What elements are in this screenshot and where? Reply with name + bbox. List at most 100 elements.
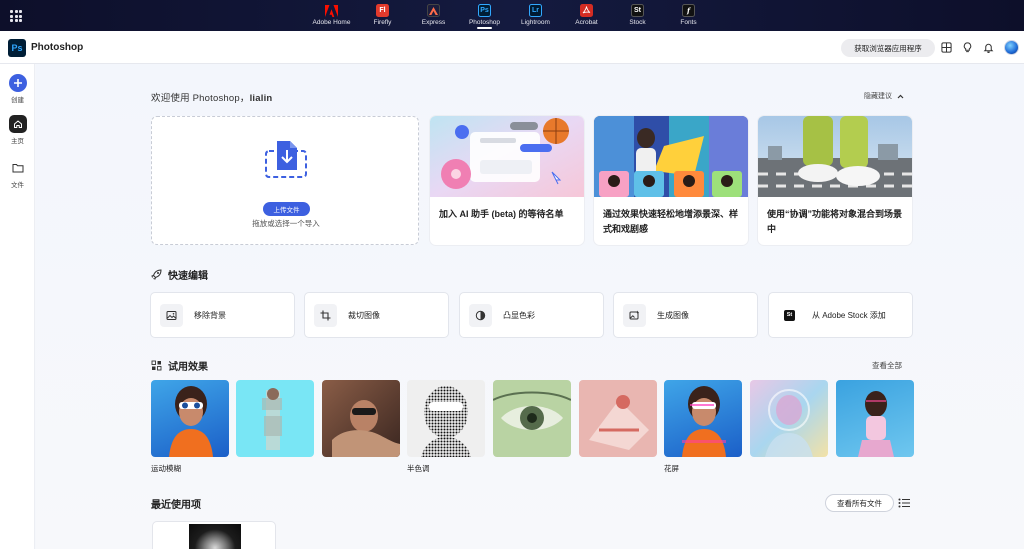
effect-thumb-3[interactable] (322, 380, 400, 457)
effect-thumb-6[interactable] (579, 380, 657, 457)
promo-text: 加入 AI 助手 (beta) 的等待名单 (439, 209, 564, 219)
promo-text: 使用“协调”功能将对象混合到场景中 (767, 209, 903, 234)
upload-file-icon (265, 141, 307, 178)
welcome-heading: 欢迎使用 Photoshop，lialin (151, 90, 272, 104)
get-browser-app-button[interactable]: 获取浏览器应用程序 (841, 39, 935, 57)
upload-hint: 拖放或选择一个导入 (252, 219, 320, 228)
rail-label: 主页 (11, 138, 24, 145)
effect-thumb-9[interactable] (836, 380, 914, 457)
image-icon (160, 303, 183, 327)
app-acrobat[interactable]: Acrobat (561, 0, 612, 31)
left-rail: 创建 主页 文件 (0, 64, 35, 549)
quick-edit-label: 移除背景 (194, 310, 226, 320)
effect-thumb-glitch[interactable] (664, 380, 742, 457)
section-title-text: 快速编辑 (168, 271, 208, 282)
avatar[interactable] (1004, 40, 1019, 55)
acrobat-logo-icon (580, 4, 593, 17)
upload-dropzone[interactable]: 上传文件 拖放或选择一个导入 (151, 116, 419, 245)
recent-file-thumbnail (189, 524, 241, 549)
app-grid-icon[interactable] (10, 10, 22, 22)
promo-text: 通过效果快速轻松地增添景深、样式和戏剧感 (603, 209, 739, 234)
effect-thumb-motion-blur[interactable] (151, 380, 229, 457)
quick-edit-color-pop[interactable]: 凸显色彩 (459, 292, 604, 338)
rail-label: 创建 (11, 97, 24, 104)
effect-image (493, 391, 571, 430)
app-express[interactable]: Express (408, 0, 459, 31)
effect-thumb-2[interactable] (236, 380, 314, 457)
app-header: Ps Photoshop 获取浏览器应用程序 (0, 31, 1024, 64)
effects-grid-icon (151, 360, 162, 371)
generate-image-icon (623, 303, 646, 327)
upload-file-button[interactable]: 上传文件 (263, 202, 310, 216)
quick-edit-label: 凸显色彩 (503, 310, 535, 320)
recent-file-card[interactable] (152, 521, 276, 549)
quick-edit-heading: 快速编辑 (151, 267, 208, 282)
welcome-prefix: 欢迎使用 Photoshop， (151, 93, 250, 104)
see-all-link[interactable]: 查看全部 (872, 360, 902, 371)
effect-image (765, 389, 813, 457)
effect-image (589, 395, 649, 450)
quick-edit-generate-image[interactable]: 生成图像 (613, 292, 758, 338)
app-label: Acrobat (575, 19, 598, 26)
promo-card-ai-assistant[interactable]: 加入 AI 助手 (beta) 的等待名单 (430, 116, 584, 245)
promo-card-effects[interactable]: 通过效果快速轻松地增添景深、样式和戏剧感 (594, 116, 748, 245)
hide-suggestions-toggle[interactable]: 隐藏建议 (864, 91, 904, 101)
list-view-icon[interactable] (898, 497, 910, 509)
quick-edit-add-from-stock[interactable]: St 从 Adobe Stock 添加 (768, 292, 913, 338)
apps-grid-icon[interactable] (940, 41, 953, 54)
rail-item-files[interactable]: 文件 (0, 159, 35, 189)
app-label: Fonts (680, 19, 697, 26)
crop-icon (314, 303, 337, 327)
app-label: Firefly (373, 19, 392, 26)
chevron-up-icon (897, 94, 904, 98)
app-list: Adobe Home Fl Firefly Express Ps Photosh… (306, 0, 714, 31)
photoshop-logo-icon[interactable]: Ps (8, 39, 26, 57)
app-label: Lightroom (521, 19, 550, 26)
rail-label: 文件 (11, 182, 24, 189)
rail-item-create[interactable]: 创建 (0, 74, 35, 104)
lightroom-logo-icon: Lr (529, 4, 542, 17)
app-fonts[interactable]: f Fonts (663, 0, 714, 31)
app-title: Photoshop (31, 42, 84, 53)
effect-thumb-5[interactable] (493, 380, 571, 457)
firefly-logo-icon: Fl (376, 4, 389, 17)
effect-thumb-halftone[interactable] (407, 380, 485, 457)
effect-image (858, 391, 894, 457)
recent-heading: 最近使用项 (151, 500, 201, 511)
app-firefly[interactable]: Fl Firefly (357, 0, 408, 31)
app-label: Adobe Home (312, 19, 351, 26)
app-stock[interactable]: St Stock (612, 0, 663, 31)
bell-icon[interactable] (982, 41, 995, 54)
effect-image (682, 386, 726, 457)
quick-edit-label: 生成图像 (657, 310, 689, 320)
main-content: 欢迎使用 Photoshop，lialin 隐藏建议 上传文件 拖放或选择一个导… (36, 64, 1024, 549)
quick-edit-remove-background[interactable]: 移除背景 (150, 292, 295, 338)
app-adobe-home[interactable]: Adobe Home (306, 0, 357, 31)
home-icon (8, 115, 27, 133)
quick-edit-label: 从 Adobe Stock 添加 (812, 310, 886, 320)
effect-label: 半色调 (407, 464, 430, 473)
app-label: Photoshop (468, 19, 501, 26)
promo-image (594, 116, 748, 197)
fonts-logo-icon: f (682, 4, 695, 17)
plus-icon (8, 74, 27, 92)
effect-thumb-8[interactable] (750, 380, 828, 457)
app-label: Stock (629, 19, 646, 26)
rocket-icon (151, 269, 162, 280)
app-lightroom[interactable]: Lr Lightroom (510, 0, 561, 31)
effect-label: 花屏 (664, 464, 679, 473)
user-name: lialin (249, 93, 273, 104)
color-pop-icon (469, 303, 492, 327)
quick-edit-crop-image[interactable]: 裁切图像 (304, 292, 449, 338)
effect-image (332, 400, 400, 457)
promo-image (430, 116, 584, 197)
quick-edit-label: 裁切图像 (348, 310, 380, 320)
hide-suggestions-label: 隐藏建议 (864, 93, 892, 100)
promo-card-harmonize[interactable]: 使用“协调”功能将对象混合到场景中 (758, 116, 912, 245)
view-all-files-button[interactable]: 查看所有文件 (825, 494, 894, 512)
app-switcher-bar: Adobe Home Fl Firefly Express Ps Photosh… (0, 0, 1024, 31)
rail-item-home[interactable]: 主页 (0, 115, 35, 145)
app-photoshop[interactable]: Ps Photoshop (459, 0, 510, 31)
effect-label: 运动模糊 (151, 464, 181, 473)
lightbulb-icon[interactable] (961, 41, 974, 54)
